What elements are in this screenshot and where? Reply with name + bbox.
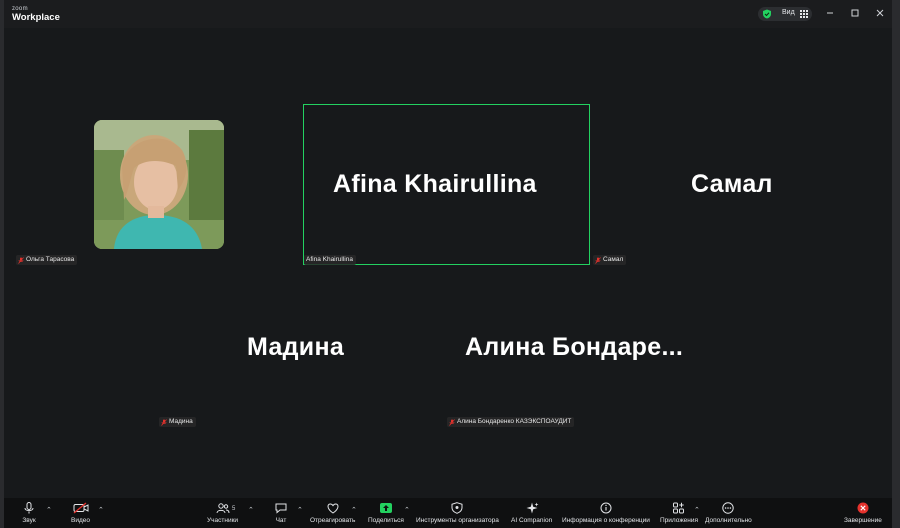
- muted-mic-icon: [18, 256, 24, 264]
- right-edge-panel: [892, 28, 900, 498]
- react-options-chevron-icon[interactable]: ⌃: [351, 506, 357, 514]
- participant-name: Afina Khairullina: [306, 256, 353, 263]
- video-button[interactable]: Видео: [71, 502, 90, 524]
- react-label: Отреагировать: [310, 517, 356, 524]
- zoom-logo: zoom Workplace: [12, 6, 60, 23]
- view-button[interactable]: Вид: [758, 7, 812, 21]
- participants-label: Участники: [207, 517, 239, 524]
- react-button[interactable]: Отреагировать: [310, 502, 355, 524]
- participant-display-name: Мадина: [247, 333, 345, 361]
- microphone-icon: [24, 502, 34, 514]
- video-off-icon: [73, 502, 88, 514]
- meeting-info-button[interactable]: Информация о конференции: [562, 502, 650, 524]
- maximize-icon[interactable]: [849, 7, 861, 19]
- apps-options-chevron-icon[interactable]: ⌃: [694, 506, 700, 514]
- ai-companion-label: AI Companion: [511, 517, 553, 524]
- host-tools-shield-icon: [451, 502, 463, 514]
- info-icon: [600, 502, 612, 514]
- participants-count: 5: [232, 506, 236, 512]
- minimize-icon[interactable]: [824, 7, 836, 19]
- participant-display-name: Afina Khairullina: [333, 170, 537, 198]
- share-label: Поделиться: [368, 517, 404, 524]
- participant-display-name: Алина Бондаре...: [465, 333, 684, 361]
- audio-options-chevron-icon[interactable]: ⌃: [46, 506, 52, 514]
- host-tools-button[interactable]: Инструменты организатора: [416, 502, 499, 524]
- participant-name-tag: Самал: [593, 255, 627, 265]
- participant-name: Алина Бондаренко КАЗЭКСПОАУДИТ: [457, 418, 572, 425]
- host-tools-label: Инструменты организатора: [416, 517, 499, 524]
- close-icon[interactable]: [874, 7, 886, 19]
- participant-video: [94, 120, 224, 249]
- participants-icon: [216, 503, 230, 514]
- more-icon: [722, 502, 735, 514]
- chat-button[interactable]: Чат: [274, 502, 288, 524]
- share-options-chevron-icon[interactable]: ⌃: [404, 506, 410, 514]
- participants-options-chevron-icon[interactable]: ⌃: [248, 506, 254, 514]
- shield-icon: [763, 9, 771, 19]
- grid-view-icon: [800, 10, 808, 18]
- meeting-toolbar: Звук ⌃ Видео ⌃ Участники 5 ⌃ Чат ⌃ Отреа…: [4, 498, 892, 528]
- apps-icon: [673, 502, 685, 514]
- logo-name: Workplace: [12, 12, 60, 23]
- muted-mic-icon: [161, 418, 167, 426]
- chat-label: Чат: [275, 517, 287, 524]
- heart-icon: [327, 503, 339, 514]
- share-screen-icon: [379, 503, 392, 513]
- participant-display-name: Самал: [691, 170, 773, 198]
- meeting-info-label: Информация о конференции: [562, 517, 650, 524]
- sparkle-icon: [526, 502, 539, 514]
- end-meeting-button[interactable]: Завершение: [844, 502, 882, 524]
- chat-icon: [275, 503, 287, 514]
- end-meeting-label: Завершение: [844, 517, 882, 524]
- participant-name: Мадина: [169, 418, 193, 425]
- apps-button[interactable]: Приложения: [660, 502, 698, 524]
- video-gallery: Ольга Тарасова Afina Khairullina Afina K…: [4, 28, 892, 498]
- muted-mic-icon: [449, 418, 455, 426]
- participant-name: Ольга Тарасова: [26, 256, 75, 263]
- participant-name-tag: Ольга Тарасова: [16, 255, 78, 265]
- ai-companion-button[interactable]: AI Companion: [511, 502, 552, 524]
- share-button[interactable]: Поделиться: [368, 502, 404, 524]
- participant-name: Самал: [603, 256, 624, 263]
- end-call-icon: [857, 502, 869, 514]
- view-label: Вид: [782, 9, 795, 16]
- muted-mic-icon: [595, 256, 601, 264]
- title-bar: zoom Workplace Вид: [4, 0, 892, 28]
- participant-name-tag: Afina Khairullina: [304, 255, 356, 265]
- apps-label: Приложения: [660, 517, 699, 524]
- more-button[interactable]: Дополнительно: [705, 502, 752, 524]
- person-video-image: [94, 120, 224, 249]
- chat-options-chevron-icon[interactable]: ⌃: [297, 506, 303, 514]
- video-label: Видео: [71, 517, 90, 524]
- zoom-window: zoom Workplace Вид Ольга Тарасова Afina …: [4, 0, 892, 528]
- video-options-chevron-icon[interactable]: ⌃: [98, 506, 104, 514]
- audio-label: Звук: [22, 517, 36, 524]
- more-label: Дополнительно: [705, 517, 752, 524]
- participant-name-tag: Алина Бондаренко КАЗЭКСПОАУДИТ: [447, 417, 575, 427]
- participant-name-tag: Мадина: [159, 417, 196, 427]
- audio-button[interactable]: Звук: [22, 502, 36, 524]
